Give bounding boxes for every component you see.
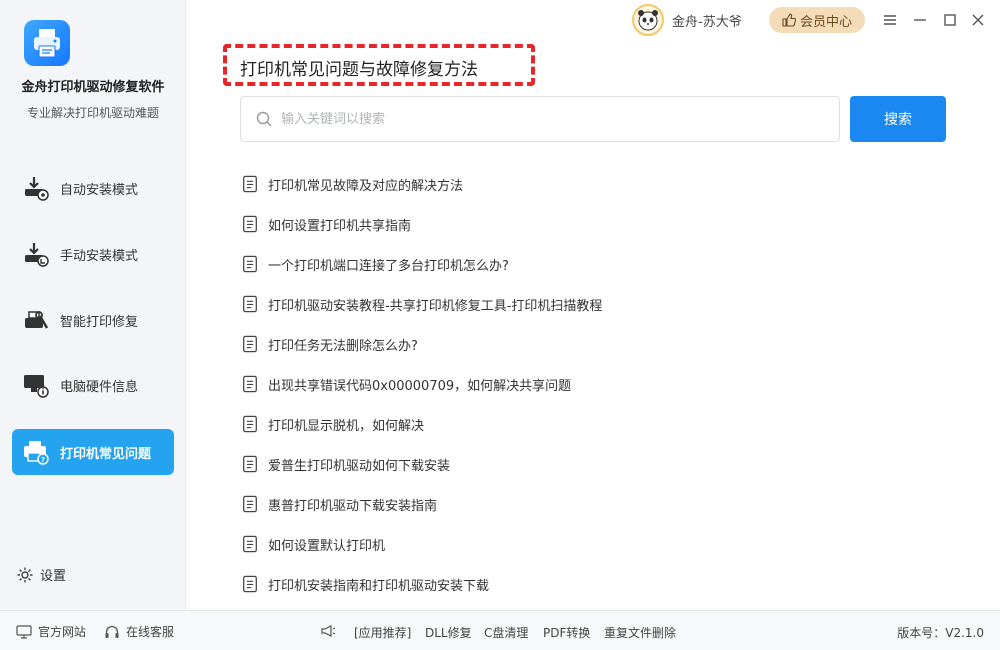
close-button[interactable] [968, 10, 988, 30]
online-service-link[interactable]: 在线客服 [104, 623, 174, 640]
document-icon [240, 214, 260, 234]
megaphone-icon [321, 625, 336, 637]
document-icon [240, 374, 260, 394]
settings-label: 设置 [40, 569, 67, 584]
monitor-icon [16, 624, 32, 639]
official-website-label: 官方网站 [38, 625, 87, 639]
close-icon [972, 14, 984, 26]
faq-item-label: 打印任务无法删除怎么办? [268, 338, 418, 354]
app-recommend-label: [应用推荐] [354, 626, 412, 640]
sidebar-item-label: 打印机常见问题 [60, 446, 152, 462]
svg-text:?: ? [41, 456, 45, 464]
headset-icon [105, 625, 119, 638]
document-icon [240, 174, 260, 194]
thumbs-up-icon [782, 13, 796, 27]
faq-item-label: 出现共享错误代码0x00000709，如何解决共享问题 [268, 378, 572, 394]
c-drive-clean-link[interactable]: C盘清理 [484, 624, 528, 641]
search-input[interactable] [281, 111, 821, 127]
avatar[interactable] [632, 4, 664, 36]
faq-item-label: 打印机安装指南和打印机驱动安装下载 [268, 578, 490, 594]
panda-avatar-icon [638, 10, 658, 31]
maximize-icon [944, 14, 956, 26]
sidebar-item-label: 电脑硬件信息 [60, 379, 139, 395]
duplicate-file-delete-link[interactable]: 重复文件删除 [604, 624, 676, 641]
footer: 官方网站 在线客服 [应用推荐] DLL修复 C盘清理 PDF转换 重复文件删除… [0, 610, 1000, 650]
printer-logo-icon [24, 20, 70, 66]
faq-item-label: 打印机显示脱机，如何解决 [268, 418, 425, 434]
faq-item[interactable]: 打印机安装指南和打印机驱动安装下载 [240, 564, 960, 604]
sidebar-item-printer-faq[interactable]: ? 打印机常见问题 [12, 429, 174, 475]
vip-center-button[interactable]: 会员中心 [769, 7, 865, 33]
official-website-link[interactable]: 官方网站 [16, 623, 86, 640]
minimize-icon [914, 19, 926, 21]
sidebar-item-label: 自动安装模式 [60, 182, 139, 198]
manual-install-icon [22, 240, 50, 268]
sidebar-item-auto-install[interactable]: 自动安装模式 [12, 165, 174, 211]
faq-item[interactable]: 爱普生打印机驱动如何下载安装 [240, 444, 960, 484]
printer-help-icon: ? [22, 438, 50, 466]
sidebar-item-hardware-info[interactable]: 电脑硬件信息 [12, 362, 174, 408]
faq-list: 打印机常见故障及对应的解决方法 如何设置打印机共享指南 一个打印机端口连接了多台… [240, 164, 960, 604]
dll-repair-link[interactable]: DLL修复 [425, 624, 472, 641]
search-button[interactable]: 搜索 [850, 96, 946, 142]
page-title: 打印机常见问题与故障修复方法 [240, 60, 478, 80]
faq-item[interactable]: 如何设置打印机共享指南 [240, 204, 960, 244]
app-name: 金舟打印机驱动修复软件 [21, 80, 165, 95]
faq-item-label: 打印机驱动安装教程-共享打印机修复工具-打印机扫描教程 [268, 298, 603, 314]
faq-item[interactable]: 打印任务无法删除怎么办? [240, 324, 960, 364]
faq-item[interactable]: 出现共享错误代码0x00000709，如何解决共享问题 [240, 364, 960, 404]
faq-item[interactable]: 打印机常见故障及对应的解决方法 [240, 164, 960, 204]
faq-item[interactable]: 惠普打印机驱动下载安装指南 [240, 484, 960, 524]
menu-button[interactable] [880, 10, 900, 30]
app-subtitle: 专业解决打印机驱动难题 [26, 106, 159, 120]
document-icon [240, 534, 260, 554]
username[interactable]: 金舟-苏大爷 [672, 11, 742, 30]
online-service-label: 在线客服 [126, 625, 175, 639]
document-icon [240, 334, 260, 354]
auto-install-icon [22, 174, 50, 202]
document-icon [240, 414, 260, 434]
faq-item[interactable]: 如何设置默认打印机 [240, 524, 960, 564]
minimize-button[interactable] [910, 10, 930, 30]
faq-item-label: 爱普生打印机驱动如何下载安装 [268, 458, 451, 474]
version-label: 版本号：V2.1.0 [897, 626, 984, 640]
sidebar-item-label: 手动安装模式 [60, 248, 139, 264]
search-icon [256, 111, 272, 127]
sidebar: 金舟打印机驱动修复软件 专业解决打印机驱动难题 自动安装模式 手动安装模式 智能… [0, 0, 186, 610]
faq-item-label: 如何设置默认打印机 [268, 538, 386, 554]
announcement [320, 623, 342, 639]
gear-icon [17, 567, 33, 582]
faq-item-label: 一个打印机端口连接了多台打印机怎么办? [268, 258, 509, 274]
document-icon [240, 294, 260, 314]
hamburger-icon [884, 15, 896, 25]
sidebar-item-smart-repair[interactable]: 智能打印修复 [12, 297, 174, 343]
sidebar-item-label: 智能打印修复 [60, 314, 139, 330]
sidebar-item-manual-install[interactable]: 手动安装模式 [12, 231, 174, 277]
document-icon [240, 254, 260, 274]
vip-center-label: 会员中心 [799, 14, 852, 30]
document-icon [240, 494, 260, 514]
faq-item[interactable]: 一个打印机端口连接了多台打印机怎么办? [240, 244, 960, 284]
search-box[interactable] [240, 96, 840, 142]
faq-item-label: 如何设置打印机共享指南 [268, 218, 412, 234]
repair-tools-icon [22, 306, 50, 334]
maximize-button[interactable] [940, 10, 960, 30]
document-icon [240, 454, 260, 474]
faq-item-label: 打印机常见故障及对应的解决方法 [268, 178, 464, 194]
pdf-convert-link[interactable]: PDF转换 [543, 624, 590, 641]
faq-item[interactable]: 打印机显示脱机，如何解决 [240, 404, 960, 444]
monitor-info-icon [22, 371, 50, 399]
document-icon [240, 574, 260, 594]
settings-button[interactable]: 设置 [16, 565, 66, 584]
faq-item[interactable]: 打印机驱动安装教程-共享打印机修复工具-打印机扫描教程 [240, 284, 960, 324]
faq-item-label: 惠普打印机驱动下载安装指南 [268, 498, 438, 514]
